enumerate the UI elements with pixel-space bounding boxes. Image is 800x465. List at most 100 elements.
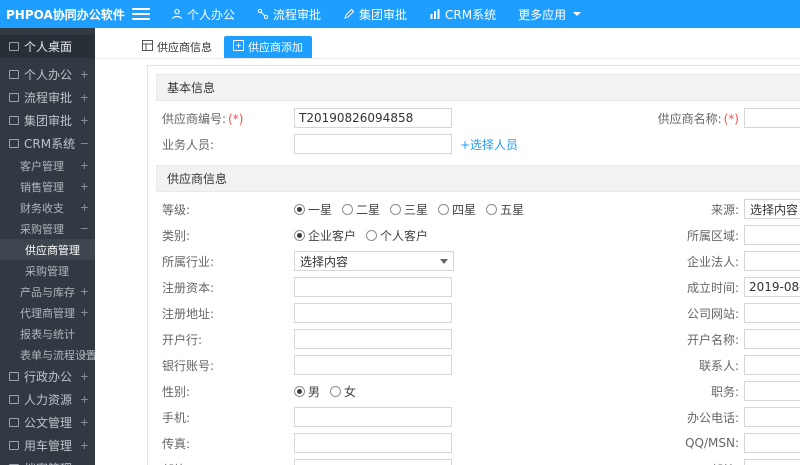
mobile-input[interactable] [294,407,452,427]
gender-radio-group: 男 女 [294,383,604,400]
sidebar-item-label: 代理商管理 [20,306,75,320]
field-label: 供应商编号: (*) [162,111,244,126]
expand-icon: + [79,201,89,214]
sales-person-input[interactable] [294,134,452,154]
expand-icon: + [79,393,89,406]
radio-icon [294,203,305,215]
supplier-name-input[interactable] [744,108,800,128]
user-icon [9,70,19,79]
sidebar-item-group-approval[interactable]: 集团审批 + [0,109,95,132]
expand-icon: + [79,370,89,383]
sidebar-item-agent-mgmt[interactable]: 代理商管理 + [0,302,95,323]
level-option[interactable]: 五星 [486,201,524,218]
collapse-icon: − [79,222,89,235]
contact-input[interactable] [744,355,800,375]
sidebar-item-label: 个人桌面 [24,40,73,54]
sidebar-item-hr[interactable]: 人力资源 + [0,388,95,411]
reg-capital-input[interactable] [294,277,452,297]
gender-option[interactable]: 女 [330,383,356,400]
sidebar-item-label: 客户管理 [20,159,64,173]
nav-more-apps[interactable]: 更多应用 [507,0,592,28]
sidebar-item-purchase-mgmt[interactable]: 采购管理 − [0,218,95,239]
email-input[interactable] [294,459,452,465]
level-option[interactable]: 四星 [438,201,476,218]
sidebar-item-label: 采购管理 [25,264,69,278]
expand-icon: + [79,180,89,193]
nav-group-approval[interactable]: 集团审批 [332,0,418,28]
sidebar-item-customer-mgmt[interactable]: 客户管理 + [0,155,95,176]
field-label: 开户行: [162,332,203,347]
field-label: 手机: [162,410,191,425]
menu-toggle-icon[interactable] [132,7,150,21]
expand-icon: + [79,306,89,319]
nav-label: 集团审批 [359,7,408,22]
position-input[interactable] [744,381,800,401]
expand-icon: + [79,416,89,429]
category-option[interactable]: 个人客户 [366,227,428,244]
sidebar-item-process-approval[interactable]: 流程审批 + [0,86,95,109]
supplier-no-input[interactable] [294,108,452,128]
source-select[interactable]: 选择内容 [744,199,800,219]
sidebar-item-document-mgmt[interactable]: 公文管理 + [0,411,95,434]
level-option[interactable]: 一星 [294,201,332,218]
website-input[interactable] [744,303,800,323]
sidebar-item-archive-mgmt[interactable]: 档案管理 + [0,457,95,465]
sidebar-item-personal-desktop[interactable]: 个人桌面 [0,35,95,58]
section-basic-info: 基本信息 [156,74,800,101]
sidebar-item-finance[interactable]: 财务收支 + [0,197,95,218]
choose-person-link[interactable]: +选择人员 [460,136,518,153]
collapse-icon: − [79,137,89,150]
sidebar-item-personal-office[interactable]: 个人办公 + [0,63,95,86]
sidebar-item-purchasing[interactable]: 采购管理 [0,260,95,281]
fax-input[interactable] [294,433,452,453]
category-option[interactable]: 企业客户 [294,227,356,244]
industry-select[interactable]: 选择内容 [294,251,454,271]
crm-icon [9,139,19,148]
radio-icon [294,229,305,241]
form-row: 业务人员: +选择人员 [148,131,800,157]
bank-input[interactable] [294,329,452,349]
tab-label: 供应商添加 [248,41,303,54]
flow-icon [257,8,269,20]
topbar: PHPOA协同办公软件 个人办公 流程审批 集团审批 CRM系统 更多应用 [0,0,800,28]
region-input[interactable] [744,225,800,245]
establish-date-input[interactable] [744,277,800,297]
reg-address-input[interactable] [294,303,452,323]
legal-person-input[interactable] [744,251,800,271]
field-label: 办公电话: [686,410,739,425]
field-label: 联系人: [698,358,739,373]
nav-process-approval[interactable]: 流程审批 [246,0,332,28]
sidebar-item-label: 销售管理 [20,180,64,194]
sidebar-item-label: 采购管理 [20,222,64,236]
field-label: 银行账号: [162,358,215,373]
level-option[interactable]: 二星 [342,201,380,218]
person-icon [171,8,183,20]
sidebar-item-label: 人力资源 [24,393,73,407]
sidebar-item-admin-office[interactable]: 行政办公 + [0,365,95,388]
radio-icon [294,385,305,397]
zip-input[interactable] [744,459,800,465]
tab-bar: 供应商信息 供应商添加 [95,28,800,59]
nav-crm-system[interactable]: CRM系统 [418,0,507,28]
sidebar-item-reports[interactable]: 报表与统计 [0,323,95,344]
tab-supplier-add[interactable]: 供应商添加 [224,36,312,58]
field-label: 所属区域: [686,228,739,243]
field-label: 公司网站: [686,306,739,321]
sidebar-item-form-flow-settings[interactable]: 表单与流程设置 + [0,344,95,365]
office-phone-input[interactable] [744,407,800,427]
gender-option[interactable]: 男 [294,383,320,400]
expand-icon: + [79,91,89,104]
bank-no-input[interactable] [294,355,452,375]
sidebar-item-vehicle-mgmt[interactable]: 用车管理 + [0,434,95,457]
sidebar-item-crm-system[interactable]: CRM系统 − [0,132,95,155]
field-label: 开户名称: [686,332,739,347]
chart-icon [429,8,441,20]
tab-supplier-info[interactable]: 供应商信息 [133,36,221,58]
level-option[interactable]: 三星 [390,201,428,218]
nav-personal-office[interactable]: 个人办公 [160,0,246,28]
sidebar-item-product-stock[interactable]: 产品与库存 + [0,281,95,302]
account-name-input[interactable] [744,329,800,349]
qq-msn-input[interactable] [744,433,800,453]
sidebar-item-sales-mgmt[interactable]: 销售管理 + [0,176,95,197]
sidebar-item-supplier-mgmt[interactable]: 供应商管理 [0,239,95,260]
